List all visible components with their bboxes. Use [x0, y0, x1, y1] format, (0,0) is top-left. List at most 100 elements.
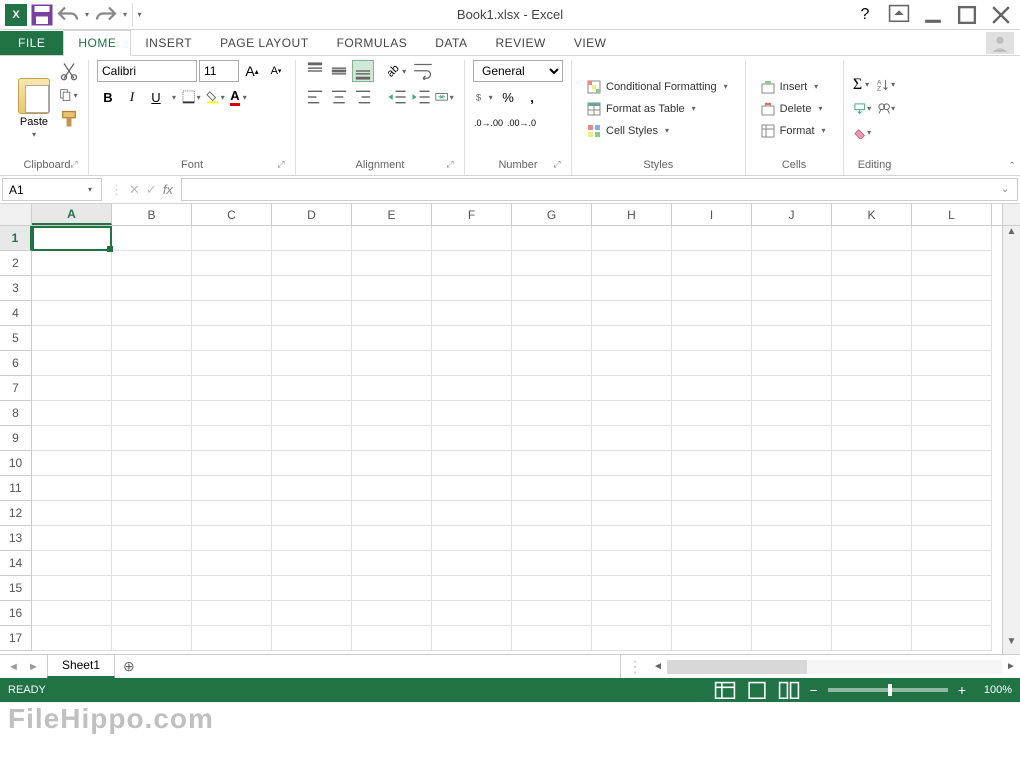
cell-I10[interactable] — [672, 451, 752, 476]
page-layout-view-icon[interactable] — [746, 681, 768, 699]
qat-customize-icon[interactable]: ▾ — [132, 3, 142, 27]
cut-icon[interactable] — [58, 60, 80, 82]
zoom-value[interactable]: 100% — [976, 684, 1012, 696]
col-header-J[interactable]: J — [752, 204, 832, 225]
tab-file[interactable]: FILE — [0, 31, 63, 55]
cell-H10[interactable] — [592, 451, 672, 476]
cell-H11[interactable] — [592, 476, 672, 501]
sheet-tab-sheet1[interactable]: Sheet1 — [47, 655, 115, 678]
cell-H1[interactable] — [592, 226, 672, 251]
cell-I1[interactable] — [672, 226, 752, 251]
percent-format-icon[interactable]: % — [497, 86, 519, 108]
cell-A1[interactable] — [32, 226, 112, 251]
cell-B15[interactable] — [112, 576, 192, 601]
paste-button[interactable]: Paste ▾ — [14, 60, 54, 157]
col-header-B[interactable]: B — [112, 204, 192, 225]
cell-D4[interactable] — [272, 301, 352, 326]
cell-A6[interactable] — [32, 351, 112, 376]
cell-J14[interactable] — [752, 551, 832, 576]
cell-I17[interactable] — [672, 626, 752, 651]
col-header-G[interactable]: G — [512, 204, 592, 225]
cell-F3[interactable] — [432, 276, 512, 301]
cell-F10[interactable] — [432, 451, 512, 476]
cell-K2[interactable] — [832, 251, 912, 276]
cell-E14[interactable] — [352, 551, 432, 576]
cell-G16[interactable] — [512, 601, 592, 626]
cell-D17[interactable] — [272, 626, 352, 651]
cell-I4[interactable] — [672, 301, 752, 326]
redo-icon[interactable] — [94, 3, 118, 27]
col-header-H[interactable]: H — [592, 204, 672, 225]
cell-H4[interactable] — [592, 301, 672, 326]
cell-C5[interactable] — [192, 326, 272, 351]
cell-J3[interactable] — [752, 276, 832, 301]
cell-F4[interactable] — [432, 301, 512, 326]
align-top-icon[interactable] — [304, 60, 326, 82]
col-header-C[interactable]: C — [192, 204, 272, 225]
cell-H16[interactable] — [592, 601, 672, 626]
minimize-icon[interactable] — [922, 5, 944, 25]
cell-B17[interactable] — [112, 626, 192, 651]
cell-H15[interactable] — [592, 576, 672, 601]
cell-C7[interactable] — [192, 376, 272, 401]
align-left-icon[interactable] — [304, 86, 326, 108]
col-header-L[interactable]: L — [912, 204, 992, 225]
font-color-icon[interactable]: A▾ — [229, 86, 251, 108]
cell-K7[interactable] — [832, 376, 912, 401]
cell-K4[interactable] — [832, 301, 912, 326]
vertical-scrollbar[interactable]: ▲ ▼ — [1002, 226, 1020, 654]
cell-I3[interactable] — [672, 276, 752, 301]
cell-G11[interactable] — [512, 476, 592, 501]
cell-E13[interactable] — [352, 526, 432, 551]
cell-J11[interactable] — [752, 476, 832, 501]
cell-C17[interactable] — [192, 626, 272, 651]
cell-B2[interactable] — [112, 251, 192, 276]
cell-B9[interactable] — [112, 426, 192, 451]
cell-A5[interactable] — [32, 326, 112, 351]
cell-G13[interactable] — [512, 526, 592, 551]
cell-C1[interactable] — [192, 226, 272, 251]
scroll-right-icon[interactable]: ► — [1002, 661, 1020, 672]
cell-H12[interactable] — [592, 501, 672, 526]
cell-G12[interactable] — [512, 501, 592, 526]
maximize-icon[interactable] — [956, 5, 978, 25]
cell-D14[interactable] — [272, 551, 352, 576]
cell-J6[interactable] — [752, 351, 832, 376]
cell-E8[interactable] — [352, 401, 432, 426]
cell-K11[interactable] — [832, 476, 912, 501]
cell-K5[interactable] — [832, 326, 912, 351]
cell-H5[interactable] — [592, 326, 672, 351]
cell-L12[interactable] — [912, 501, 992, 526]
cell-L2[interactable] — [912, 251, 992, 276]
row-header-6[interactable]: 6 — [0, 351, 32, 376]
row-header-5[interactable]: 5 — [0, 326, 32, 351]
cell-A8[interactable] — [32, 401, 112, 426]
find-select-icon[interactable]: ▾ — [876, 98, 898, 120]
undo-dropdown[interactable]: ▾ — [82, 3, 92, 27]
tab-home[interactable]: HOME — [63, 30, 131, 56]
tab-data[interactable]: DATA — [421, 31, 481, 55]
cell-J8[interactable] — [752, 401, 832, 426]
row-header-12[interactable]: 12 — [0, 501, 32, 526]
cell-G4[interactable] — [512, 301, 592, 326]
fill-color-icon[interactable]: ▾ — [205, 86, 227, 108]
cell-A13[interactable] — [32, 526, 112, 551]
cell-G1[interactable] — [512, 226, 592, 251]
tab-formulas[interactable]: FORMULAS — [323, 31, 422, 55]
orientation-icon[interactable]: ab▾ — [386, 60, 410, 82]
cell-C8[interactable] — [192, 401, 272, 426]
row-header-15[interactable]: 15 — [0, 576, 32, 601]
cell-E5[interactable] — [352, 326, 432, 351]
cell-C3[interactable] — [192, 276, 272, 301]
cell-A17[interactable] — [32, 626, 112, 651]
cell-G6[interactable] — [512, 351, 592, 376]
cell-I8[interactable] — [672, 401, 752, 426]
cell-E2[interactable] — [352, 251, 432, 276]
wrap-text-icon[interactable] — [412, 60, 434, 82]
horizontal-scrollbar[interactable]: ⋮ ◄ ► — [620, 655, 1020, 678]
cell-L7[interactable] — [912, 376, 992, 401]
font-name-select[interactable] — [97, 60, 197, 82]
grow-font-icon[interactable]: A▴ — [241, 60, 263, 82]
cell-L14[interactable] — [912, 551, 992, 576]
cell-F16[interactable] — [432, 601, 512, 626]
